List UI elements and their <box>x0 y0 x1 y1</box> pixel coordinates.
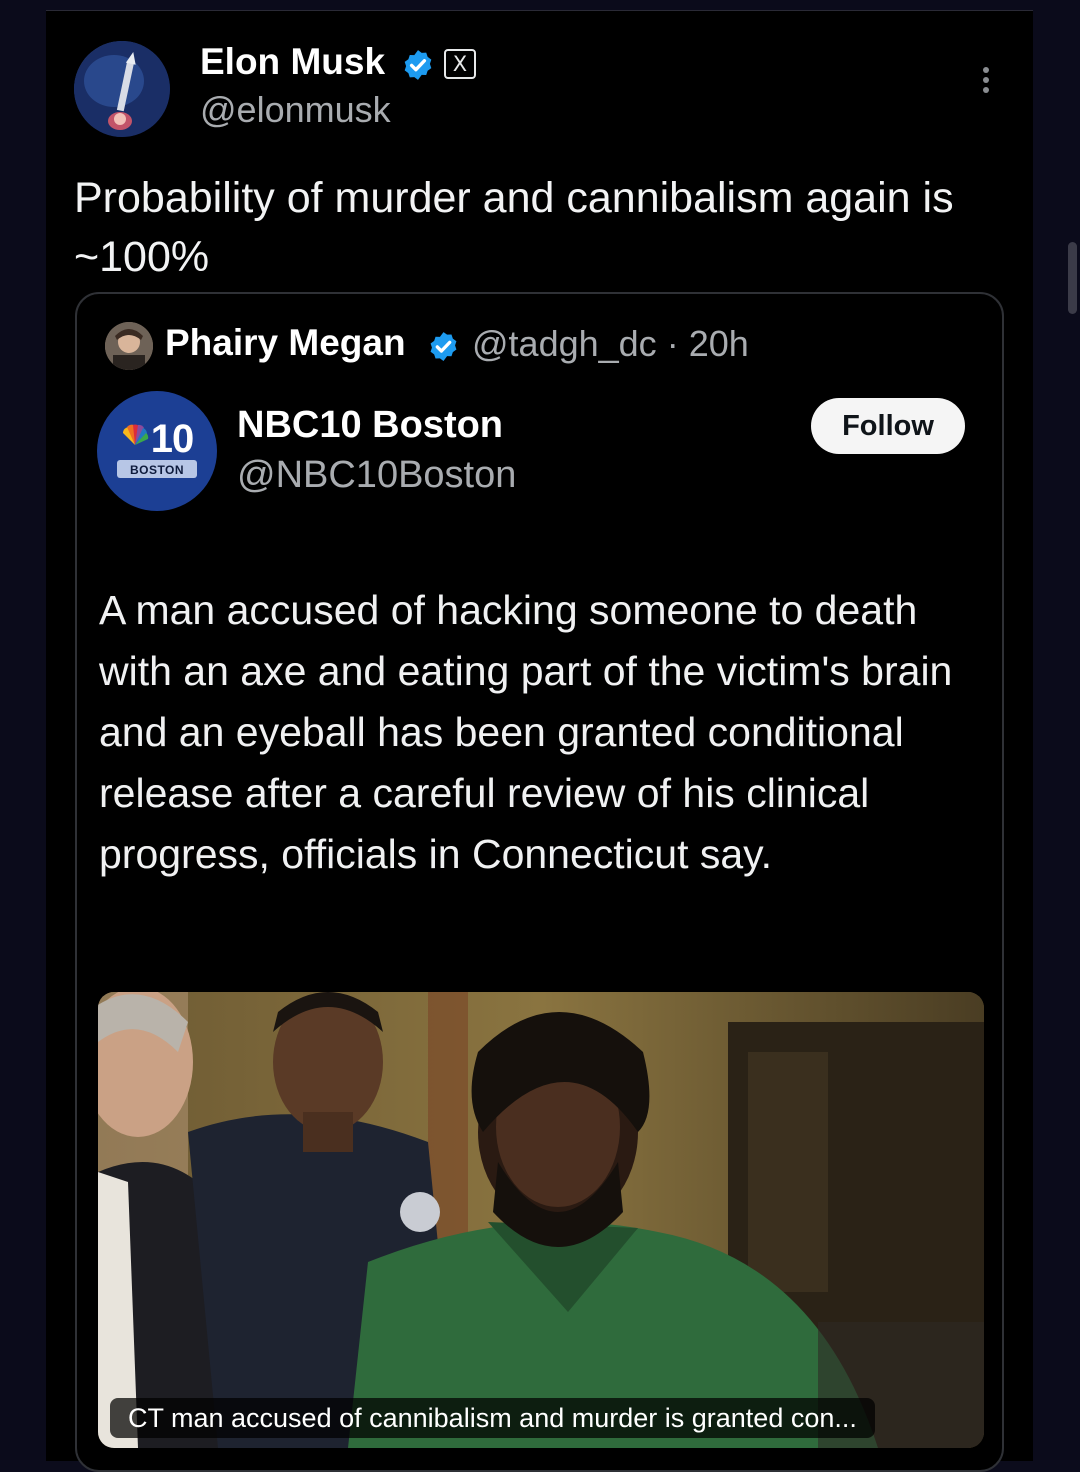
quoted-post[interactable]: Phairy Megan @tadgh_dc · 20h 10 BOSTON N… <box>75 292 1004 1472</box>
more-options-icon[interactable] <box>974 63 998 103</box>
nbc10-logo-number: 10 <box>150 417 195 461</box>
follow-button[interactable]: Follow <box>811 398 965 454</box>
screen: Elon Musk X @elonmusk Probability of mur… <box>0 0 1080 1472</box>
quoted-author-handle[interactable]: @tadgh_dc <box>472 323 657 364</box>
scrollbar[interactable] <box>1068 242 1077 314</box>
nbc10-logo[interactable]: 10 BOSTON <box>97 391 217 511</box>
media-image[interactable]: CT man accused of cannibalism and murder… <box>98 992 984 1448</box>
meta-separator: · <box>666 323 679 364</box>
embedded-account-handle[interactable]: @NBC10Boston <box>237 454 516 497</box>
quoted-author-name[interactable]: Phairy Megan <box>165 322 406 364</box>
verified-badge-icon <box>404 50 432 80</box>
author-handle[interactable]: @elonmusk <box>200 89 391 131</box>
quoted-author-meta: @tadgh_dc · 20h <box>472 323 749 365</box>
quoted-post-time[interactable]: 20h <box>689 323 749 364</box>
quoted-post-text: A man accused of hacking someone to deat… <box>99 587 953 877</box>
affiliation-x-badge-icon: X <box>444 49 476 79</box>
embedded-account-name[interactable]: NBC10 Boston <box>237 404 503 447</box>
author-avatar[interactable] <box>74 41 170 137</box>
nbc10-logo-city: BOSTON <box>129 463 185 477</box>
author-name[interactable]: Elon Musk <box>200 41 385 83</box>
post-card: Elon Musk X @elonmusk Probability of mur… <box>46 10 1033 1472</box>
media-caption[interactable]: CT man accused of cannibalism and murder… <box>110 1398 875 1438</box>
post-text: Probability of murder and cannibalism ag… <box>74 174 954 281</box>
verified-badge-icon <box>430 332 457 361</box>
quoted-author-avatar[interactable] <box>105 322 153 370</box>
